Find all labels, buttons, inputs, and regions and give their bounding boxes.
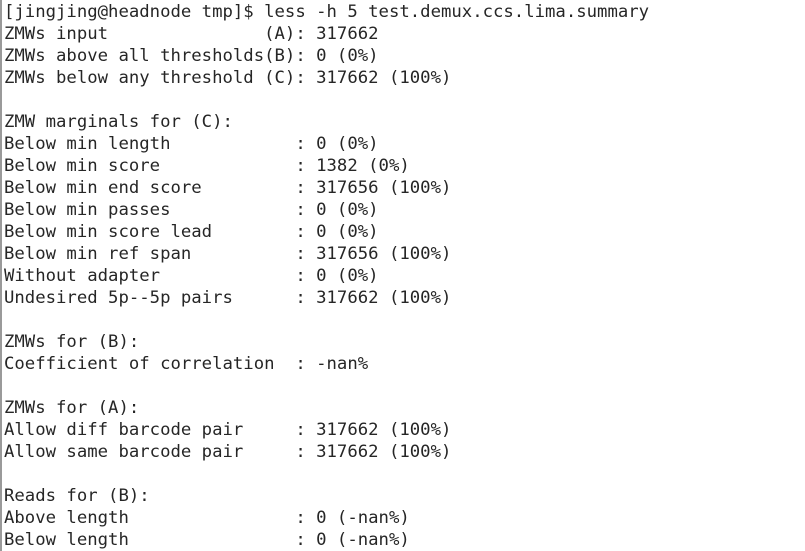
summary-row-3: ZMWs below any threshold (C): 317662 (10… [4,68,452,88]
terminal-screen[interactable]: [jingjing@headnode tmp]$ less -h 5 test.… [4,1,805,551]
section-1-row-6: Below min ref span : 317656 (100%) [4,244,452,264]
section-4-row-1: Above length : 0 (-nan%) [4,508,410,528]
section-4-row-2: Below length : 0 (-nan%) [4,530,410,550]
summary-row-1: ZMWs input (A): 317662 [4,24,379,44]
section-1-row-7: Without adapter : 0 (0%) [4,266,379,286]
section-heading-4: Reads for (B): [4,486,150,506]
section-3-row-1: Allow diff barcode pair : 317662 (100%) [4,420,452,440]
summary-row-2: ZMWs above all thresholds(B): 0 (0%) [4,46,379,66]
section-1-row-1: Below min length : 0 (0%) [4,134,379,154]
section-1-row-5: Below min score lead : 0 (0%) [4,222,379,242]
section-1-row-3: Below min end score : 317656 (100%) [4,178,452,198]
section-3-row-2: Allow same barcode pair : 317662 (100%) [4,442,452,462]
section-2-row-1: Coefficient of correlation : -nan% [4,354,369,374]
section-heading-3: ZMWs for (A): [4,398,140,418]
section-heading-2: ZMWs for (B): [4,332,140,352]
command-prompt-line[interactable]: [jingjing@headnode tmp]$ less -h 5 test.… [4,1,805,23]
section-heading-1: ZMW marginals for (C): [4,112,233,132]
section-1-row-8: Undesired 5p--5p pairs : 317662 (100%) [4,288,452,308]
section-1-row-2: Below min score : 1382 (0%) [4,156,410,176]
window-left-border [0,0,2,551]
terminal-window[interactable]: [jingjing@headnode tmp]$ less -h 5 test.… [0,0,805,551]
section-1-row-4: Below min passes : 0 (0%) [4,200,379,220]
